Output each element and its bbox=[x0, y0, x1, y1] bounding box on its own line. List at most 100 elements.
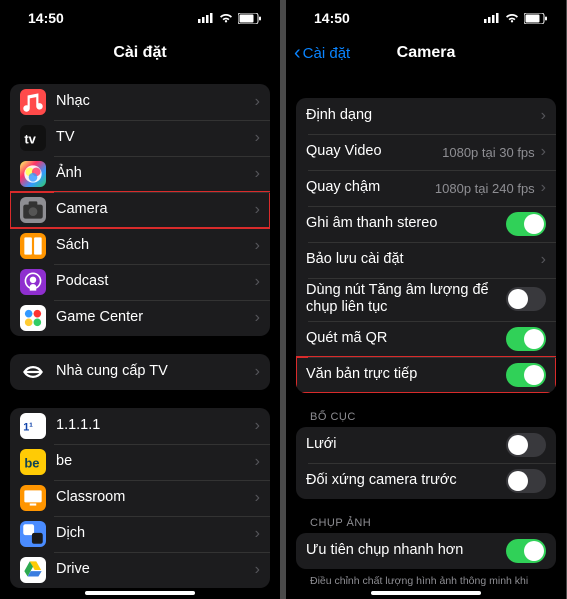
toggle[interactable] bbox=[506, 469, 546, 493]
camera-row--nh-d-ng[interactable]: Định dạng› bbox=[296, 98, 556, 134]
toggle[interactable] bbox=[506, 212, 546, 236]
nav-header: Cài đặt bbox=[0, 36, 280, 70]
wifi-icon bbox=[504, 13, 520, 24]
camera-row-v-n-b-n-tr-c-ti-p[interactable]: Văn bản trực tiếp bbox=[296, 357, 556, 393]
status-icons bbox=[484, 13, 548, 24]
nav-header: ‹ Cài đặt Camera bbox=[286, 36, 566, 70]
row-label: Drive bbox=[56, 561, 255, 578]
1111-icon: 1¹ bbox=[20, 413, 46, 439]
row-label: TV bbox=[56, 129, 255, 146]
row-label: Ưu tiên chụp nhanh hơn bbox=[306, 542, 506, 559]
chevron-right-icon: › bbox=[541, 251, 546, 269]
row-label: Đối xứng camera trước bbox=[306, 472, 506, 489]
page-title: Cài đặt bbox=[113, 44, 166, 62]
camera-row--i-x-ng-camera-tr-c[interactable]: Đối xứng camera trước bbox=[296, 463, 556, 499]
row-label: Camera bbox=[56, 201, 255, 218]
books-icon bbox=[20, 233, 46, 259]
dich-icon bbox=[20, 521, 46, 547]
camera-row-l-i[interactable]: Lưới bbox=[296, 427, 556, 463]
row-label: Quay Video bbox=[306, 143, 442, 160]
chevron-right-icon: › bbox=[255, 561, 260, 579]
row-label: Dịch bbox=[56, 525, 255, 542]
section-header-capture: CHỤP ẢNH bbox=[296, 517, 556, 533]
settings-row-dịch[interactable]: Dịch› bbox=[10, 516, 270, 552]
battery-icon bbox=[524, 13, 548, 24]
chevron-right-icon: › bbox=[255, 237, 260, 255]
row-label: Quay chậm bbox=[306, 179, 435, 196]
status-bar: 14:50 bbox=[286, 0, 566, 36]
camera-settings-list: Định dạng›Quay Video1080p tại 30 fps›Qua… bbox=[286, 70, 566, 587]
settings-row-podcast[interactable]: Podcast› bbox=[10, 264, 270, 300]
camera-row-ghi-m-thanh-stereo[interactable]: Ghi âm thanh stereo bbox=[296, 206, 556, 242]
tvprov-icon bbox=[20, 359, 46, 385]
page-title: Camera bbox=[397, 44, 456, 62]
back-button[interactable]: ‹ Cài đặt bbox=[294, 36, 350, 70]
chevron-left-icon: ‹ bbox=[294, 42, 301, 65]
signal-icon bbox=[198, 13, 214, 23]
status-icons bbox=[198, 13, 262, 24]
toggle[interactable] bbox=[506, 287, 546, 311]
camera-row-b-o-l-u-c-i-t[interactable]: Bảo lưu cài đặt› bbox=[296, 242, 556, 278]
camera-row-quay-video[interactable]: Quay Video1080p tại 30 fps › bbox=[296, 134, 556, 170]
svg-text:be: be bbox=[24, 455, 39, 470]
music-icon bbox=[20, 89, 46, 115]
chevron-right-icon: › bbox=[255, 363, 260, 381]
camera-row--u-ti-n-ch-p-nhanh-h-n[interactable]: Ưu tiên chụp nhanh hơn bbox=[296, 533, 556, 569]
camera-row-d-ng-n-t-t-ng-m-l-ng-ch-p-li-n-t-c[interactable]: Dùng nút Tăng âm lượng để chụp liên tục bbox=[296, 278, 556, 321]
settings-row-camera[interactable]: Camera› bbox=[10, 192, 270, 228]
status-time: 14:50 bbox=[314, 10, 350, 26]
chevron-right-icon: › bbox=[255, 93, 260, 111]
chevron-right-icon: › bbox=[255, 417, 260, 435]
settings-row-ảnh[interactable]: Ảnh› bbox=[10, 156, 270, 192]
row-label: Ảnh bbox=[56, 165, 255, 182]
settings-row-game-center[interactable]: Game Center› bbox=[10, 300, 270, 336]
settings-row-sách[interactable]: Sách› bbox=[10, 228, 270, 264]
row-label: Nhạc bbox=[56, 93, 255, 110]
row-label: Nhà cung cấp TV bbox=[56, 363, 255, 380]
row-label: Game Center bbox=[56, 309, 255, 326]
row-label: Podcast bbox=[56, 273, 255, 290]
settings-list: Nhạc›tvTV›Ảnh›Camera›Sách›Podcast›Game C… bbox=[0, 70, 280, 588]
chevron-right-icon: › bbox=[255, 489, 260, 507]
chevron-right-icon: › bbox=[255, 273, 260, 291]
chevron-right-icon: › bbox=[255, 525, 260, 543]
row-label: Văn bản trực tiếp bbox=[306, 366, 506, 383]
drive-icon bbox=[20, 557, 46, 583]
row-label: 1.1.1.1 bbox=[56, 417, 255, 434]
status-time: 14:50 bbox=[28, 10, 64, 26]
toggle[interactable] bbox=[506, 539, 546, 563]
home-indicator bbox=[85, 591, 195, 595]
toggle[interactable] bbox=[506, 363, 546, 387]
wifi-icon bbox=[218, 13, 234, 24]
settings-row-drive[interactable]: Drive› bbox=[10, 552, 270, 588]
camera-row-qu-t-m-qr[interactable]: Quét mã QR bbox=[296, 321, 556, 357]
row-label: Classroom bbox=[56, 489, 255, 506]
chevron-right-icon: › bbox=[255, 453, 260, 471]
settings-row-tv[interactable]: tvTV› bbox=[10, 120, 270, 156]
settings-screen: 14:50 Cài đặt Nhạc›tvTV›Ảnh›Camera›Sách›… bbox=[0, 0, 280, 599]
footnote: Điều chỉnh chất lượng hình ảnh thông min… bbox=[296, 571, 556, 587]
toggle[interactable] bbox=[506, 327, 546, 351]
row-detail: 1080p tại 30 fps bbox=[442, 145, 535, 160]
settings-row-nhà-cung-cấp-tv[interactable]: Nhà cung cấp TV› bbox=[10, 354, 270, 390]
settings-row-be[interactable]: bebe› bbox=[10, 444, 270, 480]
camera-row-quay-ch-m[interactable]: Quay chậm1080p tại 240 fps› bbox=[296, 170, 556, 206]
settings-row-nhạc[interactable]: Nhạc› bbox=[10, 84, 270, 120]
chevron-right-icon: › bbox=[541, 143, 546, 161]
battery-icon bbox=[238, 13, 262, 24]
class-icon bbox=[20, 485, 46, 511]
chevron-right-icon: › bbox=[255, 129, 260, 147]
row-label: Dùng nút Tăng âm lượng để chụp liên tục bbox=[306, 282, 506, 317]
chevron-right-icon: › bbox=[541, 107, 546, 125]
row-label: Lưới bbox=[306, 436, 506, 453]
back-label: Cài đặt bbox=[303, 45, 351, 62]
row-label: Ghi âm thanh stereo bbox=[306, 215, 506, 232]
signal-icon bbox=[484, 13, 500, 23]
row-label: Sách bbox=[56, 237, 255, 254]
toggle[interactable] bbox=[506, 433, 546, 457]
row-label: Quét mã QR bbox=[306, 330, 506, 347]
settings-row-1.1.1.1[interactable]: 1¹ 1.1.1.1› bbox=[10, 408, 270, 444]
row-label: be bbox=[56, 453, 255, 470]
settings-row-classroom[interactable]: Classroom› bbox=[10, 480, 270, 516]
chevron-right-icon: › bbox=[255, 201, 260, 219]
